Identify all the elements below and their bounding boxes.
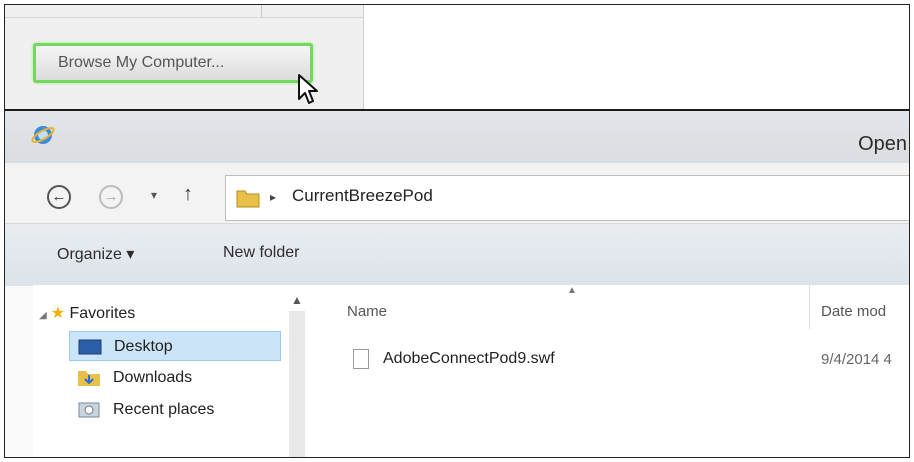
file-date: 9/4/2014 4 [821,351,892,368]
folder-icon [236,190,260,208]
nav-scrollbar[interactable] [289,311,305,457]
file-row[interactable]: AdobeConnectPod9.swf [353,349,555,369]
file-icon [353,349,369,369]
mouse-cursor-icon [298,74,318,104]
dialog-titlebar: Open [5,111,909,163]
new-folder-button[interactable]: New folder [223,244,299,262]
panel-tick [261,5,262,17]
back-button[interactable]: ← [47,185,71,209]
scroll-up-arrow-icon[interactable]: ▲ [291,293,303,307]
screenshot-frame: Browse My Computer... Open ← → ▾ ↑ ▸ Cur… [4,4,910,458]
panel-divider [5,17,363,18]
desktop-icon [78,339,102,355]
address-bar: ← → ▾ ↑ ▸ CurrentBreezePod [5,163,909,223]
nav-item-label: Desktop [114,338,173,355]
forward-button[interactable]: → [99,185,123,209]
organize-menu[interactable]: Organize ▾ [57,244,134,264]
nav-item-desktop[interactable]: Desktop [69,331,281,361]
favorites-label: Favorites [69,305,136,322]
sort-ascending-icon: ▲ [567,285,577,296]
recent-places-icon [78,402,100,418]
nav-item-label: Downloads [113,369,193,386]
downloads-icon [78,371,100,386]
navigation-pane: ◢ ★ Favorites Desktop Downloads Recent p… [33,285,305,457]
nav-item-downloads[interactable]: Downloads [69,363,281,393]
nav-item-recent-places[interactable]: Recent places [69,395,281,425]
internet-explorer-icon [31,126,55,144]
file-name[interactable]: AdobeConnectPod9.swf [383,350,555,367]
breadcrumb-chevron-icon[interactable]: ▸ [270,190,276,204]
upload-panel: Browse My Computer... [5,5,909,109]
command-toolbar: Organize ▾ New folder [5,223,909,286]
upload-options-panel: Browse My Computer... [5,5,364,109]
file-list-pane: ▲ Name Date mod AdobeConnectPod9.swf 9/4… [305,285,909,457]
open-file-dialog: Open ← → ▾ ↑ ▸ CurrentBreezePod Organize… [5,109,909,457]
recent-locations-dropdown-icon[interactable]: ▾ [151,188,157,202]
nav-item-label: Recent places [113,401,215,418]
star-icon: ★ [50,305,66,322]
breadcrumb-current-folder[interactable]: CurrentBreezePod [292,186,433,206]
column-header-date-modified[interactable]: Date mod [821,303,886,320]
column-header-name[interactable]: Name [347,303,387,320]
path-field[interactable]: ▸ CurrentBreezePod [225,175,909,221]
up-one-level-button[interactable]: ↑ [183,183,193,206]
dialog-title: Open [858,133,907,155]
favorites-group[interactable]: ◢ ★ Favorites [39,303,135,323]
browse-my-computer-button[interactable]: Browse My Computer... [33,43,313,83]
column-divider[interactable] [809,285,810,329]
collapse-arrow-icon[interactable]: ◢ [39,310,47,321]
